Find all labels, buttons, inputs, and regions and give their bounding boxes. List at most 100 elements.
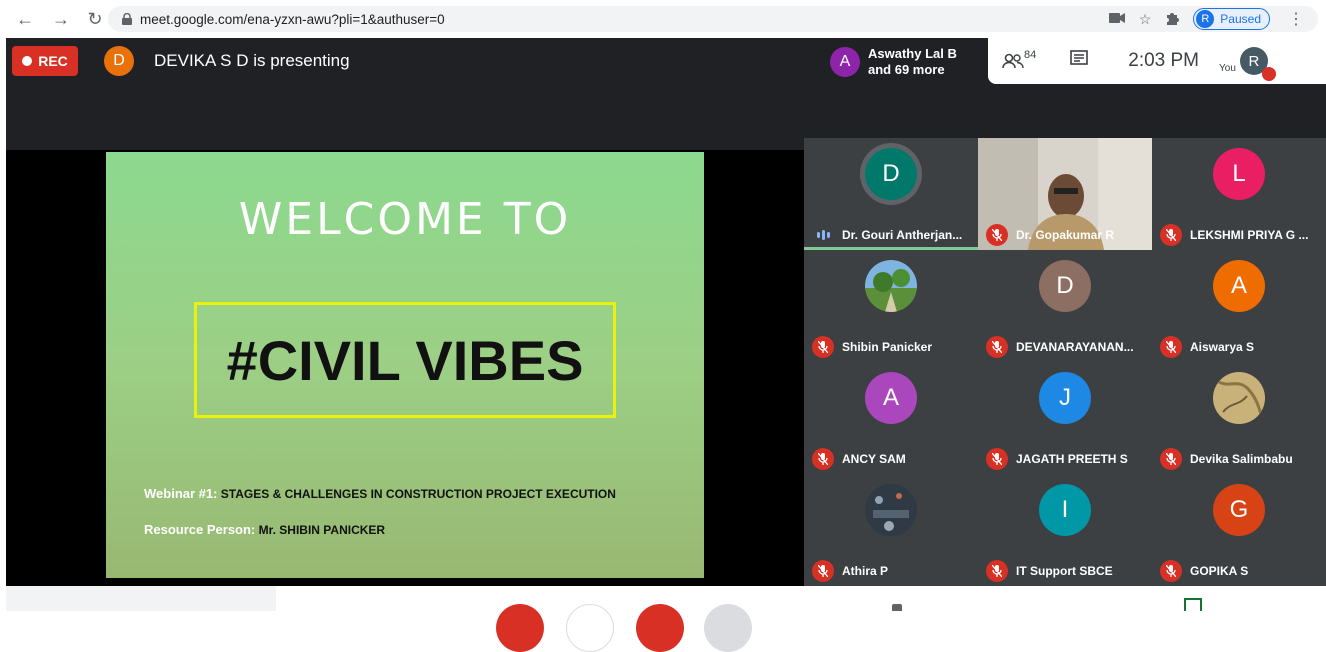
avatar: G — [1213, 484, 1265, 536]
profile-status: Paused — [1220, 12, 1261, 26]
more-vert-icon[interactable]: ⋮ — [1288, 9, 1304, 29]
participant-name: Dr. Gopakumar R — [1016, 228, 1115, 242]
url-text[interactable]: meet.google.com/ena-yzxn-awu?pli=1&authu… — [140, 12, 445, 27]
participant-tile[interactable]: G GOPIKA S — [1152, 474, 1326, 586]
bottom-control-bar — [0, 586, 1326, 652]
hang-up-button[interactable] — [566, 604, 614, 652]
clock: 2:03 PM — [1128, 50, 1200, 71]
participant-grid: D Dr. Gouri Antherjan... Dr. Gopakumar R — [804, 138, 1326, 586]
avatar: A — [865, 372, 917, 424]
mic-off-icon — [986, 224, 1008, 246]
speaker-avatar: A — [830, 47, 860, 77]
chat-icon[interactable] — [1070, 49, 1089, 73]
people-button[interactable]: 84 — [1002, 49, 1036, 69]
meeting-details-panel[interactable] — [6, 586, 276, 611]
slide-webinar-line: Webinar #1: STAGES & CHALLENGES IN CONST… — [144, 486, 616, 501]
slide-title: #CIVIL VIBES — [226, 328, 584, 392]
participant-name: Dr. Gouri Antherjan... — [842, 228, 963, 242]
participant-name: Devika Salimbabu — [1190, 452, 1293, 466]
forward-arrow-icon[interactable]: → — [50, 8, 72, 30]
resource-key: Resource Person: — [144, 522, 256, 537]
participant-name: ANCY SAM — [842, 452, 906, 466]
presenter-avatar: D — [104, 46, 134, 76]
profile-button[interactable]: R Paused — [1193, 8, 1270, 30]
lock-icon — [120, 12, 134, 26]
presentation-stage: WELCOME TO #CIVIL VIBES Webinar #1: STAG… — [6, 150, 804, 586]
avatar — [865, 260, 917, 312]
avatar: D — [865, 148, 917, 200]
address-bar[interactable]: meet.google.com/ena-yzxn-awu?pli=1&authu… — [108, 6, 1318, 32]
mic-off-icon — [1261, 67, 1276, 81]
mic-off-icon — [986, 448, 1008, 470]
slide-title-box: #CIVIL VIBES — [194, 302, 616, 418]
slide-resource-line: Resource Person: Mr. SHIBIN PANICKER — [144, 522, 385, 537]
self-initial: R — [1248, 52, 1260, 70]
reload-icon[interactable]: ↻ — [84, 8, 106, 30]
browser-toolbar: ← → ↻ meet.google.com/ena-yzxn-awu?pli=1… — [0, 0, 1326, 38]
recording-indicator[interactable]: REC — [12, 46, 78, 76]
raise-hand-icon[interactable] — [892, 604, 902, 611]
participant-tile[interactable]: D DEVANARAYANAN... — [978, 250, 1152, 362]
camera-toggle-button[interactable] — [636, 604, 684, 652]
avatar — [1213, 372, 1265, 424]
people-icon — [1002, 53, 1024, 69]
rec-label: REC — [38, 53, 68, 69]
mic-off-icon — [812, 336, 834, 358]
participant-tile[interactable]: Dr. Gopakumar R — [978, 138, 1152, 250]
record-dot-icon — [22, 56, 33, 66]
participant-name: GOPIKA S — [1190, 564, 1249, 578]
participant-count: 84 — [1024, 49, 1037, 61]
avatar: I — [1039, 484, 1091, 536]
mic-off-icon — [1160, 560, 1182, 582]
speaker-name: Aswathy Lal B — [868, 46, 957, 61]
resource-value: Mr. SHIBIN PANICKER — [258, 523, 386, 537]
extensions-icon[interactable] — [1165, 11, 1180, 28]
participant-tile[interactable]: Devika Salimbabu — [1152, 362, 1326, 474]
speaking-icon — [812, 224, 834, 246]
participant-tile[interactable]: A ANCY SAM — [804, 362, 978, 474]
avatar: J — [1039, 372, 1091, 424]
participant-tile[interactable]: J JAGATH PREETH S — [978, 362, 1152, 474]
participant-tile[interactable]: L LEKSHMI PRIYA G ... — [1152, 138, 1326, 250]
participant-name: JAGATH PREETH S — [1016, 452, 1128, 466]
participant-name: Aiswarya S — [1190, 340, 1255, 354]
webinar-value: STAGES & CHALLENGES IN CONSTRUCTION PROJ… — [220, 487, 616, 501]
present-now-icon[interactable] — [1184, 598, 1202, 611]
mic-off-icon — [1160, 336, 1182, 358]
mic-off-icon — [1160, 448, 1182, 470]
back-arrow-icon[interactable]: ← — [14, 8, 36, 30]
slide: WELCOME TO #CIVIL VIBES Webinar #1: STAG… — [106, 152, 704, 578]
star-icon[interactable]: ☆ — [1139, 11, 1152, 28]
you-label: You — [1219, 62, 1236, 74]
participant-tile[interactable]: Athira P — [804, 474, 978, 586]
mic-off-icon — [986, 560, 1008, 582]
webinar-key: Webinar #1: — [144, 486, 218, 501]
mic-off-icon — [812, 560, 834, 582]
avatar: A — [1213, 260, 1265, 312]
avatar: L — [1213, 148, 1265, 200]
captions-button[interactable] — [704, 604, 752, 652]
camera-icon[interactable] — [1108, 11, 1125, 27]
meet-window: REC D DEVIKA S D is presenting A Aswathy… — [6, 38, 1326, 586]
participant-name: IT Support SBCE — [1016, 564, 1113, 578]
speaker-more: and 69 more — [868, 62, 945, 77]
slide-welcome: WELCOME TO — [238, 194, 572, 245]
active-speaker-pill[interactable]: A Aswathy Lal B and 69 more — [824, 40, 986, 84]
participant-tile[interactable]: Shibin Panicker — [804, 250, 978, 362]
participant-name: DEVANARAYANAN... — [1016, 340, 1134, 354]
mic-toggle-button[interactable] — [496, 604, 544, 652]
mic-off-icon — [812, 448, 834, 470]
mic-off-icon — [1160, 224, 1182, 246]
avatar: D — [1039, 260, 1091, 312]
avatar: R — [1196, 10, 1215, 28]
mic-off-icon — [986, 336, 1008, 358]
presenting-text: DEVIKA S D is presenting — [154, 51, 350, 70]
self-avatar[interactable]: R — [1239, 47, 1276, 81]
participant-name: LEKSHMI PRIYA G ... — [1190, 228, 1309, 242]
meet-header: 84 2:03 PM You R — [988, 38, 1326, 84]
participant-tile[interactable]: I IT Support SBCE — [978, 474, 1152, 586]
participant-tile[interactable]: D Dr. Gouri Antherjan... — [804, 138, 978, 250]
participant-name: Shibin Panicker — [842, 340, 933, 354]
participant-tile[interactable]: A Aiswarya S — [1152, 250, 1326, 362]
participant-name: Athira P — [842, 564, 889, 578]
